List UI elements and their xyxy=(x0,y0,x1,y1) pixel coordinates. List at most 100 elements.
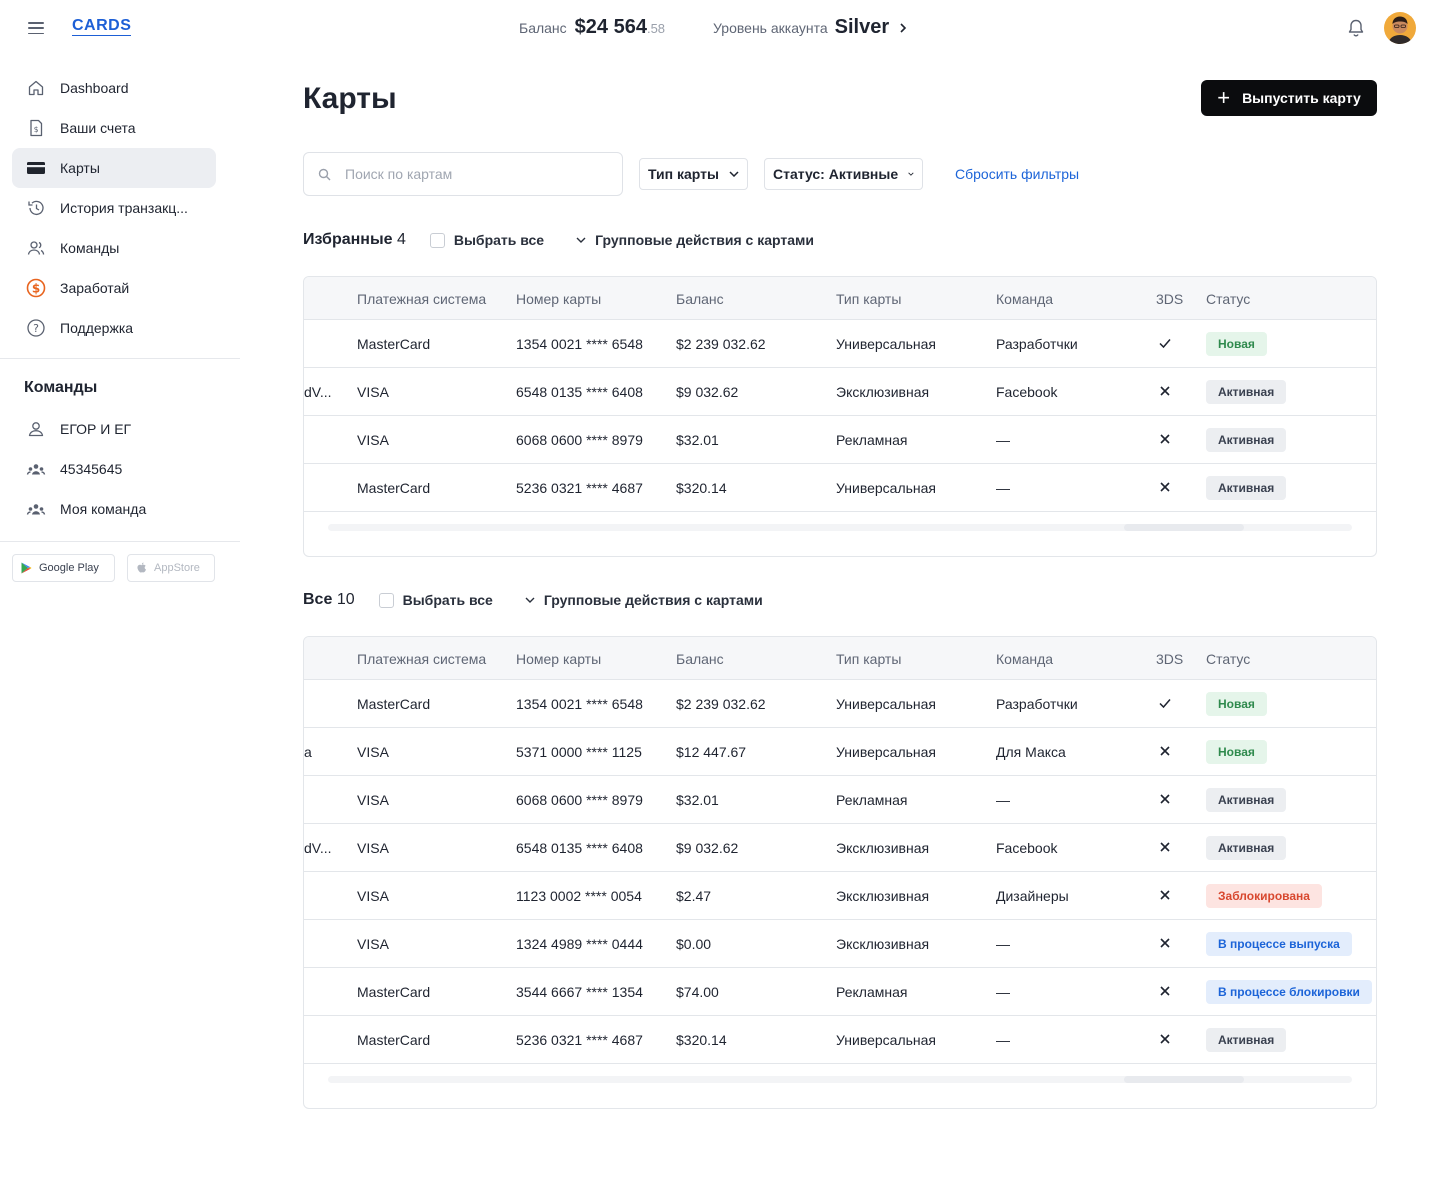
cell-balance: $32.01 xyxy=(676,792,719,808)
app-store-button[interactable]: AppStore xyxy=(127,554,215,582)
table-body: MasterCard 1354 0021 **** 6548 $2 239 032.… xyxy=(304,680,1376,1064)
search-input[interactable] xyxy=(345,166,585,182)
account-level-label: Уровень аккаунта xyxy=(713,20,828,36)
cell-balance: $12 447.67 xyxy=(676,744,747,760)
table-row[interactable]: dV... VISA 6548 0135 **** 6408 $9 032.62 Экс… xyxy=(304,824,1376,872)
cell-team: Facebook xyxy=(996,384,1058,400)
cell-card-number: 1324 4989 **** 0444 xyxy=(516,936,643,952)
team-item-label: 45345645 xyxy=(60,461,123,477)
logo[interactable]: CARDS xyxy=(72,17,132,36)
cell-team: Дизайнеры xyxy=(996,888,1069,904)
column-header-team[interactable]: Команда xyxy=(996,291,1053,307)
sidebar-item-history[interactable]: История транзакц... xyxy=(12,188,216,228)
scrollbar-thumb[interactable] xyxy=(1124,1076,1244,1083)
search-field[interactable] xyxy=(303,152,623,196)
avatar[interactable] xyxy=(1384,12,1416,44)
table-row[interactable]: VISA 1324 4989 **** 0444 $0.00 Эксклюзивная… xyxy=(304,920,1376,968)
reset-filters-link[interactable]: Сбросить фильтры xyxy=(955,166,1079,182)
table-row[interactable]: MasterCard 3544 6667 **** 1354 $74.00 Рекла… xyxy=(304,968,1376,1016)
table-row[interactable]: a VISA 5371 0000 **** 1125 $12 447.67 Универ… xyxy=(304,728,1376,776)
team-item-my-team[interactable]: Моя команда xyxy=(12,489,216,529)
account-level-value[interactable]: Silver xyxy=(835,16,889,39)
card-type-filter-label: Тип карты xyxy=(648,166,719,182)
group-actions-label: Групповые действия с картами xyxy=(595,232,814,248)
sidebar-item-support[interactable]: ? Поддержка xyxy=(12,308,216,348)
column-header-3ds[interactable]: 3DS xyxy=(1156,291,1183,307)
sidebar-item-cards[interactable]: Карты xyxy=(12,148,216,188)
cell-card-type: Эксклюзивная xyxy=(836,840,930,856)
column-header-payment-system[interactable]: Платежная система xyxy=(357,651,486,667)
table-row[interactable]: VISA 1123 0002 **** 0054 $2.47 Эксклюзивная… xyxy=(304,872,1376,920)
column-header-balance[interactable]: Баланс xyxy=(676,651,724,667)
table-header: Платежная система Номер карты Баланс Тип ка… xyxy=(304,637,1376,680)
column-header-team[interactable]: Команда xyxy=(996,651,1053,667)
team-item-45345645[interactable]: 45345645 xyxy=(12,449,216,489)
cell-payment-system: MasterCard xyxy=(357,696,431,712)
cell-payment-system: VISA xyxy=(357,840,389,856)
cell-team: — xyxy=(996,984,1010,1000)
invoice-icon: $ xyxy=(26,118,46,138)
table-row[interactable]: VISA 6068 0600 **** 8979 $32.01 Рекламная — А… xyxy=(304,776,1376,824)
svg-text:?: ? xyxy=(33,322,39,335)
status-filter[interactable]: Статус: Активные xyxy=(764,158,923,190)
issue-card-button[interactable]: + Выпустить карту xyxy=(1201,80,1377,116)
select-all-checkbox[interactable] xyxy=(429,232,445,248)
sidebar-item-earn[interactable]: $ Заработай xyxy=(12,268,216,308)
column-header-balance[interactable]: Баланс xyxy=(676,291,724,307)
dollar-icon: $ xyxy=(26,278,46,298)
group-actions-label: Групповые действия с картами xyxy=(543,592,763,608)
table-row[interactable]: MasterCard 1354 0021 **** 6548 $2 239 032.… xyxy=(304,680,1376,728)
table-row[interactable]: MasterCard 5236 0321 **** 4687 $320.14 Унив… xyxy=(304,1016,1376,1064)
sidebar-item-label: Команды xyxy=(60,240,120,256)
sidebar-item-dashboard[interactable]: Dashboard xyxy=(12,68,216,108)
bell-icon[interactable] xyxy=(1346,18,1366,38)
cell-balance: $74.00 xyxy=(676,984,719,1000)
team-item-egor[interactable]: ЕГОР И ЕГ xyxy=(12,409,216,449)
column-header-status[interactable]: Статус xyxy=(1206,291,1250,307)
chevron-right-icon[interactable] xyxy=(899,20,907,36)
horizontal-scrollbar[interactable] xyxy=(304,512,1376,556)
table-row[interactable]: VISA 6068 0600 **** 8979 $32.01 Рекламная — А… xyxy=(304,416,1376,464)
balance-cents: .58 xyxy=(646,21,666,36)
google-play-icon xyxy=(21,562,32,574)
column-header-3ds[interactable]: 3DS xyxy=(1156,651,1183,667)
table-row[interactable]: MasterCard 1354 0021 **** 6548 $2 239 032.… xyxy=(304,320,1376,368)
sidebar-item-label: Поддержка xyxy=(60,320,134,336)
sidebar-item-accounts[interactable]: $ Ваши счета xyxy=(12,108,216,148)
cell-card-type: Универсальная xyxy=(836,336,937,352)
cell-balance: $2.47 xyxy=(676,888,712,904)
select-all-cards[interactable]: Выбрать все xyxy=(378,592,493,608)
google-play-button[interactable]: Google Play xyxy=(12,554,115,582)
select-all-checkbox[interactable] xyxy=(378,592,394,608)
cell-balance: $9 032.62 xyxy=(676,840,739,856)
sidebar-item-label: История транзакц... xyxy=(60,200,188,216)
history-icon xyxy=(26,198,46,218)
cross-icon xyxy=(1158,888,1172,902)
table-row[interactable]: dV... VISA 6548 0135 **** 6408 $9 032.62 Экс… xyxy=(304,368,1376,416)
cell-balance: $320.14 xyxy=(676,480,727,496)
column-header-card-number[interactable]: Номер карты xyxy=(516,651,601,667)
column-header-card-number[interactable]: Номер карты xyxy=(516,291,601,307)
select-all-favorites[interactable]: Выбрать все xyxy=(429,232,544,248)
cross-icon xyxy=(1158,384,1172,398)
group-actions-all[interactable]: Групповые действия с картами xyxy=(525,592,763,608)
cell-card-type: Рекламная xyxy=(836,984,908,1000)
menu-toggle-icon[interactable] xyxy=(28,22,44,34)
card-icon xyxy=(26,158,46,178)
table-row[interactable]: MasterCard 5236 0321 **** 4687 $320.14 Унив… xyxy=(304,464,1376,512)
group-actions-favorites[interactable]: Групповые действия с картами xyxy=(576,232,814,248)
cell-team: Разработчки xyxy=(996,336,1078,352)
column-header-card-type[interactable]: Тип карты xyxy=(836,651,901,667)
sidebar-item-teams[interactable]: Команды xyxy=(12,228,216,268)
card-type-filter[interactable]: Тип карты xyxy=(639,158,748,190)
column-header-status[interactable]: Статус xyxy=(1206,651,1250,667)
column-header-card-type[interactable]: Тип карты xyxy=(836,291,901,307)
cross-icon xyxy=(1158,792,1172,806)
horizontal-scrollbar[interactable] xyxy=(304,1064,1376,1108)
cell-team: — xyxy=(996,432,1010,448)
favorites-title: Избранные 4 xyxy=(303,231,406,249)
home-icon xyxy=(26,78,46,98)
cell-team: Разработчки xyxy=(996,696,1078,712)
scrollbar-thumb[interactable] xyxy=(1124,524,1244,531)
column-header-payment-system[interactable]: Платежная система xyxy=(357,291,486,307)
